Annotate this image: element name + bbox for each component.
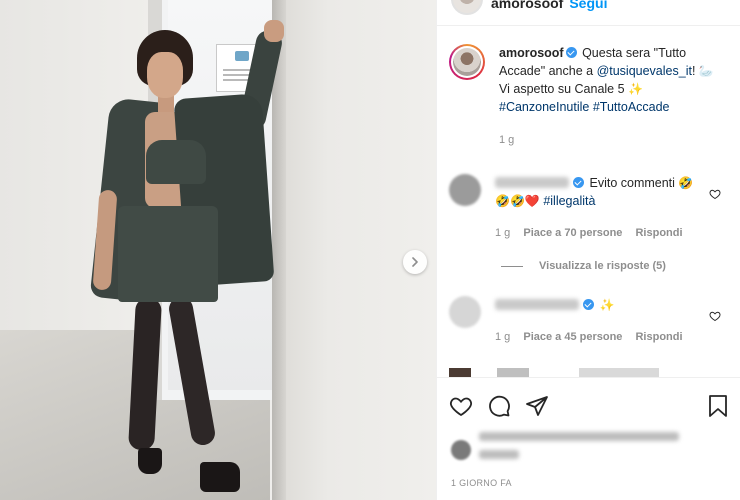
comment-meta: 1 g Piace a 45 persone Rispondi [495, 328, 731, 346]
bookmark-icon [709, 394, 727, 417]
verified-badge-icon [583, 299, 594, 310]
comment-item: Evito commenti 🤣 🤣🤣❤️ #illegalità 1 g Pi… [449, 174, 731, 242]
share-button[interactable] [525, 394, 549, 418]
comment-button[interactable] [487, 394, 511, 418]
comment-meta: 1 g Piace a 70 persone Rispondi [495, 224, 731, 242]
reply-button[interactable]: Rispondi [635, 227, 682, 239]
figure-face [147, 52, 183, 98]
mention-link[interactable]: @tusiquevales_it [597, 64, 692, 78]
post-photo[interactable] [0, 0, 436, 500]
heart-icon[interactable] [709, 310, 721, 322]
save-button[interactable] [707, 394, 729, 418]
comment-text: ✨ [495, 296, 731, 314]
figure-shoe-right [200, 462, 240, 492]
comment-item: ✨ 1 g Piace a 45 persone Rispondi [449, 296, 731, 346]
likes-summary[interactable] [451, 432, 679, 468]
post-caption: amorosoof Questa sera "Tutto Accade" anc… [449, 44, 731, 146]
likes-text-blurred [479, 432, 679, 468]
view-replies-button[interactable]: Visualizza le risposte (5) [501, 260, 666, 272]
like-button[interactable] [449, 394, 473, 418]
hashtag-link[interactable]: #CanzoneInutile [499, 100, 589, 114]
caption-avatar[interactable] [449, 44, 485, 80]
figure-hand [264, 20, 284, 42]
follow-button[interactable]: Segui [569, 0, 607, 11]
hashtag-link[interactable]: #TuttoAccade [593, 100, 670, 114]
comment-avatar[interactable] [449, 174, 481, 206]
hashtag-link[interactable]: #illegalità [543, 194, 595, 208]
reply-button[interactable]: Rispondi [635, 331, 682, 343]
comment-timestamp[interactable]: 1 g [495, 227, 510, 239]
figure-shoe-left [138, 448, 162, 474]
comment-likes[interactable]: Piace a 45 persone [523, 331, 622, 343]
next-photo-button[interactable] [403, 250, 427, 274]
heart-icon[interactable] [709, 188, 721, 200]
comment-icon [489, 395, 510, 417]
action-bar [437, 377, 740, 433]
avatar [451, 440, 471, 460]
avatar[interactable] [451, 0, 483, 15]
caption-text: amorosoof Questa sera "Tutto Accade" anc… [499, 46, 714, 114]
heart-icon [450, 397, 472, 416]
comment-timestamp[interactable]: 1 g [495, 331, 510, 343]
verified-badge-icon [565, 47, 577, 58]
share-icon [526, 395, 548, 416]
sparkle-emoji: ✨ [628, 82, 643, 96]
swan-emoji: 🦢 [698, 64, 714, 78]
comment-username-blurred[interactable] [495, 177, 569, 188]
comment-avatar[interactable] [449, 296, 481, 328]
figure-shorts [118, 206, 218, 302]
caption-timestamp[interactable]: 1 g [499, 134, 731, 146]
header-username[interactable]: amorosoof [491, 0, 563, 11]
comment-text: Evito commenti 🤣 🤣🤣❤️ #illegalità [495, 176, 694, 208]
post-timestamp[interactable]: 1 GIORNO FA [451, 478, 512, 488]
caption-username[interactable]: amorosoof [499, 46, 564, 60]
verified-badge-icon [573, 177, 584, 188]
chevron-right-icon [412, 257, 418, 267]
post-header: amorosoof Segui [437, 0, 740, 26]
comment-likes[interactable]: Piace a 70 persone [523, 227, 622, 239]
comment-username-blurred[interactable] [495, 299, 579, 310]
figure-top [146, 140, 206, 184]
post-side-panel: amorosoof Segui amorosoof Questa sera "T… [436, 0, 740, 500]
